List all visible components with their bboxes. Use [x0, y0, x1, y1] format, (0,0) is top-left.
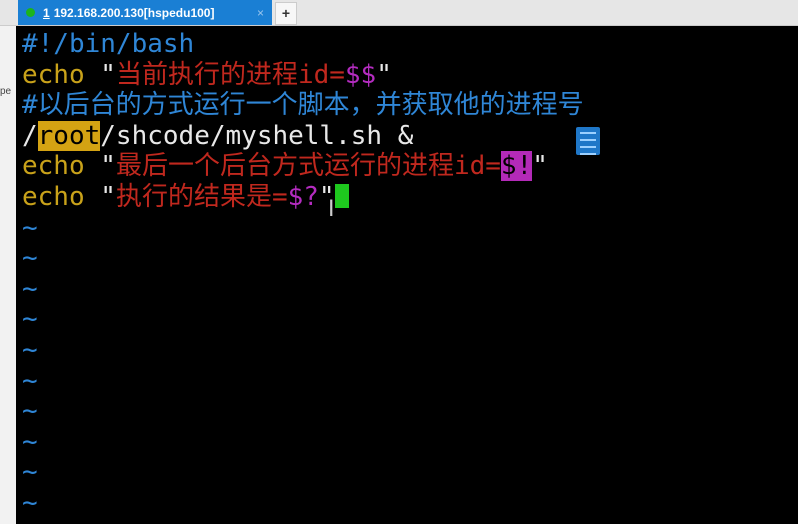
terminal-vim-editor[interactable]: #!/bin/bash echo "当前执行的进程id=$$" #以后台的方式运…: [16, 26, 798, 524]
tab-title: 192.168.200.130[hspedu100]: [53, 5, 215, 20]
keyword: echo: [22, 151, 85, 182]
text-cursor: [334, 183, 349, 208]
mouse-ibeam-cursor-icon: I: [328, 197, 335, 222]
empty-line-marker: ~: [22, 426, 38, 457]
empty-line-marker: ~: [22, 396, 38, 427]
keyword: echo: [22, 181, 85, 212]
variable: $$: [344, 59, 377, 90]
empty-line-marker: ~: [22, 365, 38, 396]
quote: ": [100, 59, 116, 90]
empty-line-marker: ~: [22, 334, 38, 365]
empty-line-marker: ~: [22, 212, 38, 243]
code-buffer: #!/bin/bash echo "当前执行的进程id=$$" #以后台的方式运…: [22, 29, 584, 519]
code-line-echo-result: echo "执行的结果是=$?": [22, 182, 349, 212]
left-panel-strip: ‹ pe: [0, 0, 16, 524]
string: 最后一个后台方式运行的进程id=: [115, 151, 501, 182]
document-icon[interactable]: [576, 127, 600, 155]
code-line-echo-bg-pid: echo "最后一个后台方式运行的进程id=$!": [22, 151, 548, 182]
quote: ": [376, 59, 392, 90]
string: 当前执行的进程id=: [115, 59, 345, 90]
empty-line-marker: ~: [22, 457, 38, 488]
new-tab-button[interactable]: +: [275, 2, 297, 25]
empty-line-marker: ~: [22, 243, 38, 274]
path-prefix: /: [22, 120, 38, 151]
quote: ": [532, 151, 548, 182]
quote: ": [100, 181, 116, 212]
left-panel-text: pe: [0, 86, 12, 97]
empty-line-marker: ~: [22, 487, 38, 518]
keyword: echo: [22, 59, 85, 90]
empty-line-marker: ~: [22, 304, 38, 335]
variable: $?: [287, 181, 319, 212]
tab-number: 1: [43, 5, 50, 20]
session-tab[interactable]: 1 192.168.200.130[hspedu100] ×: [18, 0, 272, 25]
connected-status-icon: [26, 8, 35, 17]
code-line-comment: #以后台的方式运行一个脚本，并获取他的进程号: [22, 90, 584, 121]
code-line-shebang: #!/bin/bash: [22, 29, 195, 59]
string: 执行的结果是=: [115, 181, 288, 212]
close-tab-icon[interactable]: ×: [257, 6, 264, 20]
search-highlight: root: [37, 120, 101, 151]
code-line-run-script: /root/shcode/myshell.sh &: [22, 120, 414, 151]
variable-highlighted: $!: [500, 151, 533, 182]
empty-line-marker: ~: [22, 273, 38, 304]
path-rest: /shcode/myshell.sh &: [100, 120, 414, 151]
quote: ": [100, 151, 116, 182]
tab-bar: 1 192.168.200.130[hspedu100] × +: [0, 0, 798, 26]
code-line-echo-pid: echo "当前执行的进程id=$$": [22, 60, 392, 90]
